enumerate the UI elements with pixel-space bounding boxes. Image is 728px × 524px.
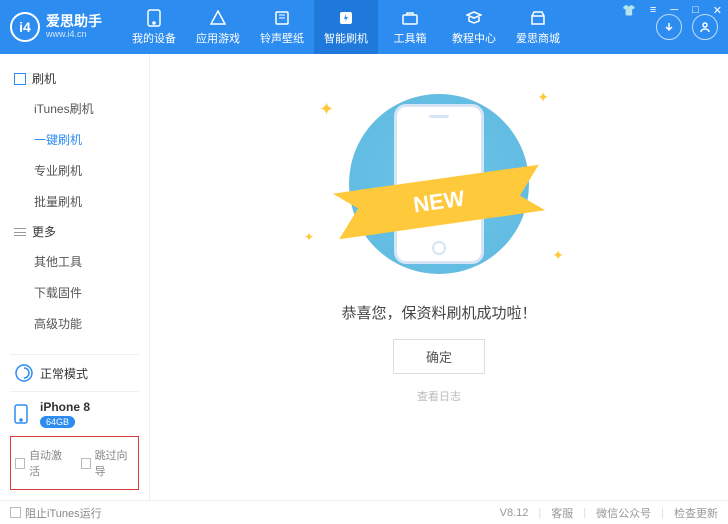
support-link[interactable]: 客服 xyxy=(551,505,573,521)
group-title: 更多 xyxy=(32,223,56,240)
maximize-icon[interactable]: □ xyxy=(690,4,701,17)
device-icon xyxy=(14,404,34,424)
tab-label: 应用游戏 xyxy=(196,30,240,46)
app-header: i4 爱思助手 www.i4.cn 我的设备 应用游戏 铃声壁纸 智能刷机 工具… xyxy=(0,0,728,54)
tab-my-device[interactable]: 我的设备 xyxy=(122,0,186,54)
shop-icon xyxy=(529,9,547,27)
wechat-link[interactable]: 微信公众号 xyxy=(596,505,651,521)
tab-label: 教程中心 xyxy=(452,30,496,46)
flash-group-icon xyxy=(14,73,26,85)
toolbox-icon xyxy=(401,9,419,27)
user-icon[interactable] xyxy=(692,14,718,40)
device-storage: 64GB xyxy=(40,416,75,428)
tab-ringtones[interactable]: 铃声壁纸 xyxy=(250,0,314,54)
download-icon[interactable] xyxy=(656,14,682,40)
success-message: 恭喜您，保资料刷机成功啦！ xyxy=(341,302,536,323)
tab-label: 铃声壁纸 xyxy=(260,30,304,46)
sparkle-icon: ✦ xyxy=(537,89,549,106)
sidebar-item-advanced[interactable]: 高级功能 xyxy=(0,308,149,339)
brand-url: www.i4.cn xyxy=(46,30,102,40)
app-icon xyxy=(209,9,227,27)
check-skip-guide[interactable]: 跳过向导 xyxy=(81,447,135,479)
ringtone-icon xyxy=(273,9,291,27)
tab-shop[interactable]: 爱思商城 xyxy=(506,0,570,54)
mode-label: 正常模式 xyxy=(40,365,88,382)
tab-flash[interactable]: 智能刷机 xyxy=(314,0,378,54)
device-name: iPhone 8 xyxy=(40,400,90,414)
sidebar: 刷机 iTunes刷机 一键刷机 专业刷机 批量刷机 更多 其他工具 下载固件 … xyxy=(0,54,150,500)
sidebar-item-batch-flash[interactable]: 批量刷机 xyxy=(0,186,149,217)
tab-apps[interactable]: 应用游戏 xyxy=(186,0,250,54)
sidebar-item-download-firmware[interactable]: 下载固件 xyxy=(0,277,149,308)
skin-icon[interactable]: 👕 xyxy=(620,4,638,17)
success-illustration: NEW ✦ ✦ ✦ ✦ xyxy=(309,84,569,284)
view-log-link[interactable]: 查看日志 xyxy=(417,388,461,404)
sidebar-group-more: 更多 xyxy=(0,217,149,246)
tab-label: 智能刷机 xyxy=(324,30,368,46)
check-update-link[interactable]: 检查更新 xyxy=(674,505,718,521)
flash-icon xyxy=(337,9,355,27)
device-mode[interactable]: 正常模式 xyxy=(10,354,139,391)
sparkle-icon: ✦ xyxy=(319,99,334,120)
tab-label: 我的设备 xyxy=(132,30,176,46)
version-label: V8.12 xyxy=(500,507,529,519)
logo-icon: i4 xyxy=(10,12,40,42)
checkbox-row: 自动激活 跳过向导 xyxy=(10,436,139,490)
sidebar-item-pro-flash[interactable]: 专业刷机 xyxy=(0,155,149,186)
status-bar: 阻止iTunes运行 V8.12 | 客服 | 微信公众号 | 检查更新 xyxy=(0,500,728,524)
tab-toolbox[interactable]: 工具箱 xyxy=(378,0,442,54)
sidebar-item-itunes-flash[interactable]: iTunes刷机 xyxy=(0,93,149,124)
header-right xyxy=(656,14,718,40)
tab-label: 爱思商城 xyxy=(516,30,560,46)
more-group-icon xyxy=(14,228,26,236)
sidebar-item-other-tools[interactable]: 其他工具 xyxy=(0,246,149,277)
sparkle-icon: ✦ xyxy=(304,230,314,244)
phone-icon xyxy=(145,9,163,27)
check-auto-activate[interactable]: 自动激活 xyxy=(15,447,69,479)
sidebar-group-flash: 刷机 xyxy=(0,64,149,93)
sparkle-icon: ✦ xyxy=(552,247,564,264)
confirm-button[interactable]: 确定 xyxy=(393,339,485,374)
group-title: 刷机 xyxy=(32,70,56,87)
tutorial-icon xyxy=(465,9,483,27)
app-logo: i4 爱思助手 www.i4.cn xyxy=(10,12,102,42)
main-content: NEW ✦ ✦ ✦ ✦ 恭喜您，保资料刷机成功啦！ 确定 查看日志 xyxy=(150,54,728,500)
device-info[interactable]: iPhone 8 64GB xyxy=(10,391,139,436)
brand-name: 爱思助手 xyxy=(46,14,102,29)
mode-icon xyxy=(14,363,34,383)
check-block-itunes[interactable]: 阻止iTunes运行 xyxy=(10,505,102,521)
menu-icon[interactable]: ≡ xyxy=(648,4,658,17)
tab-label: 工具箱 xyxy=(394,30,427,46)
main-tabs: 我的设备 应用游戏 铃声壁纸 智能刷机 工具箱 教程中心 爱思商城 xyxy=(122,0,570,54)
sidebar-item-oneclick-flash[interactable]: 一键刷机 xyxy=(0,124,149,155)
minimize-icon[interactable]: ─ xyxy=(668,4,680,17)
close-icon[interactable]: ✕ xyxy=(711,4,724,17)
tab-tutorial[interactable]: 教程中心 xyxy=(442,0,506,54)
window-controls: 👕 ≡ ─ □ ✕ xyxy=(620,4,724,17)
